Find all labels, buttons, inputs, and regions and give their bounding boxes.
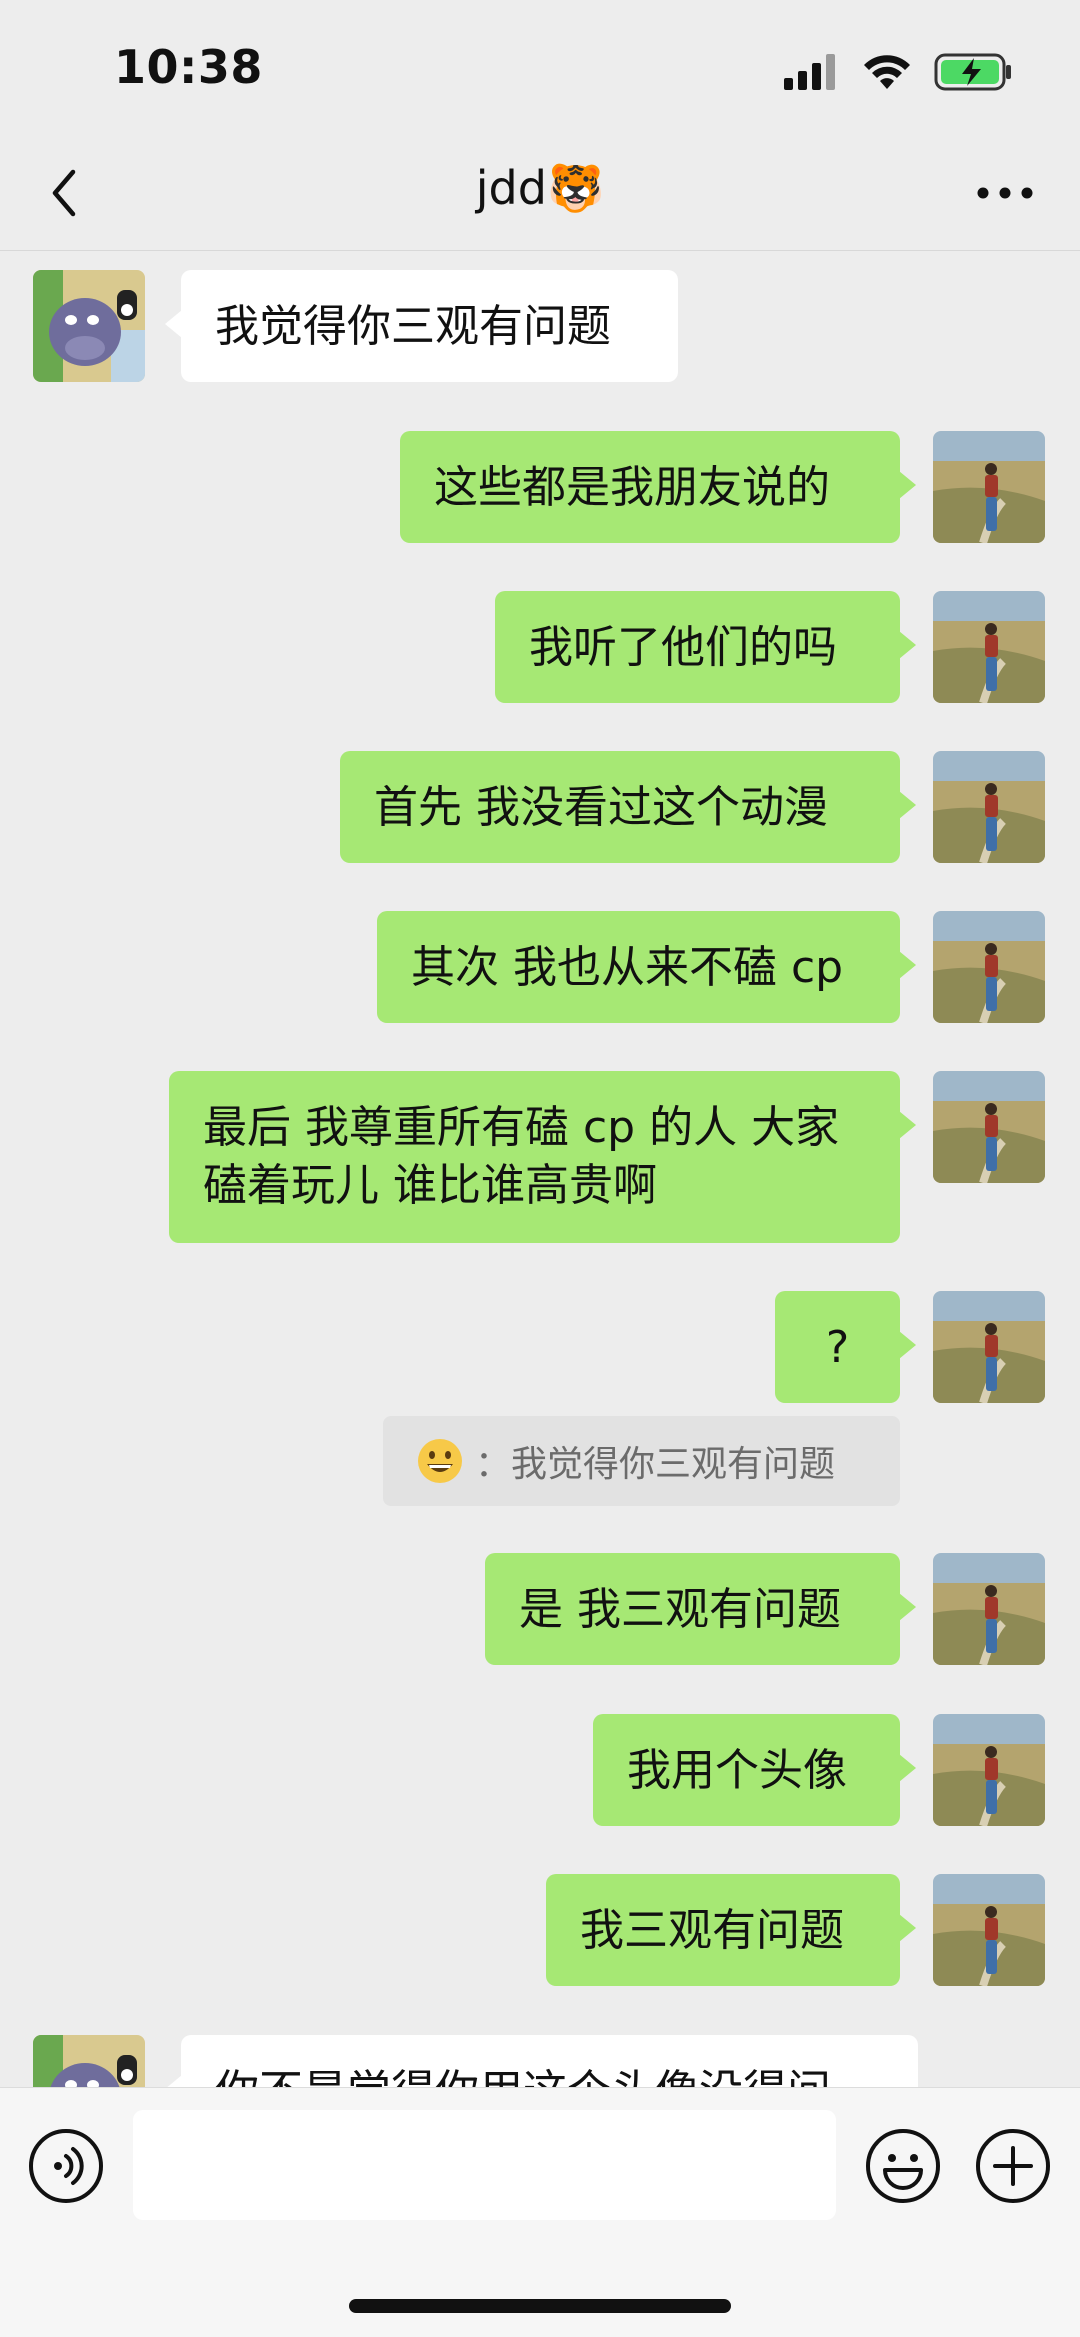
message-bubble-outgoing[interactable]: 首先 我没看过这个动漫 xyxy=(340,751,916,863)
field-person-avatar-image xyxy=(933,1714,1045,1826)
field-person-avatar-image xyxy=(933,1874,1045,1986)
message-bubble-outgoing[interactable]: ? xyxy=(775,1291,916,1403)
status-time: 10:38 xyxy=(114,40,263,94)
my-avatar[interactable] xyxy=(933,591,1045,703)
field-person-avatar-image xyxy=(933,911,1045,1023)
message-bubble-outgoing[interactable]: 我三观有问题 xyxy=(546,1874,916,1986)
wifi-icon xyxy=(864,55,910,89)
my-avatar[interactable] xyxy=(933,1071,1045,1183)
chat-header: jdd🐯 xyxy=(0,135,1080,251)
plus-circle-icon xyxy=(976,2129,1050,2203)
message-bubble-outgoing[interactable]: 其次 我也从来不磕 cp xyxy=(377,911,916,1023)
voice-icon xyxy=(29,2129,103,2203)
quoted-message-text: ：我觉得你三观有问题 xyxy=(475,1444,836,1485)
field-person-avatar-image xyxy=(933,431,1045,543)
quoted-message[interactable]: ：我觉得你三观有问题 xyxy=(383,1416,900,1506)
my-avatar[interactable] xyxy=(933,911,1045,1023)
chat-screen: 10:38 jdd🐯 我觉得你三观有问题 这些都是我朋友说的 我听了他们的吗 首… xyxy=(0,0,1080,2337)
my-avatar[interactable] xyxy=(933,1553,1045,1665)
smiley-icon xyxy=(866,2129,940,2203)
contact-avatar[interactable] xyxy=(33,270,145,382)
signal-icon xyxy=(784,54,835,90)
message-bubble-incoming[interactable]: 我觉得你三观有问题 xyxy=(165,270,678,382)
my-avatar[interactable] xyxy=(933,1714,1045,1826)
message-bubble-incoming[interactable]: 你不是觉得你用这个头像没得问 xyxy=(165,2035,918,2087)
my-avatar[interactable] xyxy=(933,431,1045,543)
field-person-avatar-image xyxy=(933,751,1045,863)
chat-input-bar xyxy=(0,2087,1080,2337)
my-avatar[interactable] xyxy=(933,751,1045,863)
hippo-cartoon-avatar-image xyxy=(33,270,145,382)
more-actions-button[interactable] xyxy=(975,2128,1051,2204)
status-icons xyxy=(784,50,1014,94)
my-avatar[interactable] xyxy=(933,1291,1045,1403)
grinning-face-icon xyxy=(418,1439,462,1483)
hippo-cartoon-avatar-image xyxy=(33,2035,145,2087)
battery-charging-icon xyxy=(934,53,1011,91)
message-bubble-outgoing[interactable]: 我用个头像 xyxy=(593,1714,916,1826)
field-person-avatar-image xyxy=(933,1071,1045,1183)
voice-input-button[interactable] xyxy=(28,2128,104,2204)
contact-avatar[interactable] xyxy=(33,2035,145,2087)
more-button[interactable] xyxy=(970,163,1040,223)
message-bubble-outgoing[interactable]: 我听了他们的吗 xyxy=(495,591,916,703)
my-avatar[interactable] xyxy=(933,1874,1045,1986)
more-horizontal-icon xyxy=(977,187,1033,199)
chat-title: jdd🐯 xyxy=(475,161,605,215)
home-indicator[interactable] xyxy=(349,2299,731,2313)
message-list[interactable]: 我觉得你三观有问题 这些都是我朋友说的 我听了他们的吗 首先 我没看过这个动漫 … xyxy=(0,251,1080,2087)
message-bubble-outgoing[interactable]: 是 我三观有问题 xyxy=(485,1553,916,1665)
message-bubble-outgoing[interactable]: 这些都是我朋友说的 xyxy=(400,431,916,543)
message-input[interactable] xyxy=(133,2110,836,2220)
field-person-avatar-image xyxy=(933,1553,1045,1665)
field-person-avatar-image xyxy=(933,591,1045,703)
status-bar: 10:38 xyxy=(0,0,1080,135)
emoji-button[interactable] xyxy=(865,2128,941,2204)
field-person-avatar-image xyxy=(933,1291,1045,1403)
message-bubble-outgoing[interactable]: 最后 我尊重所有磕 cp 的人 大家 磕着玩儿 谁比谁高贵啊 xyxy=(169,1071,916,1243)
